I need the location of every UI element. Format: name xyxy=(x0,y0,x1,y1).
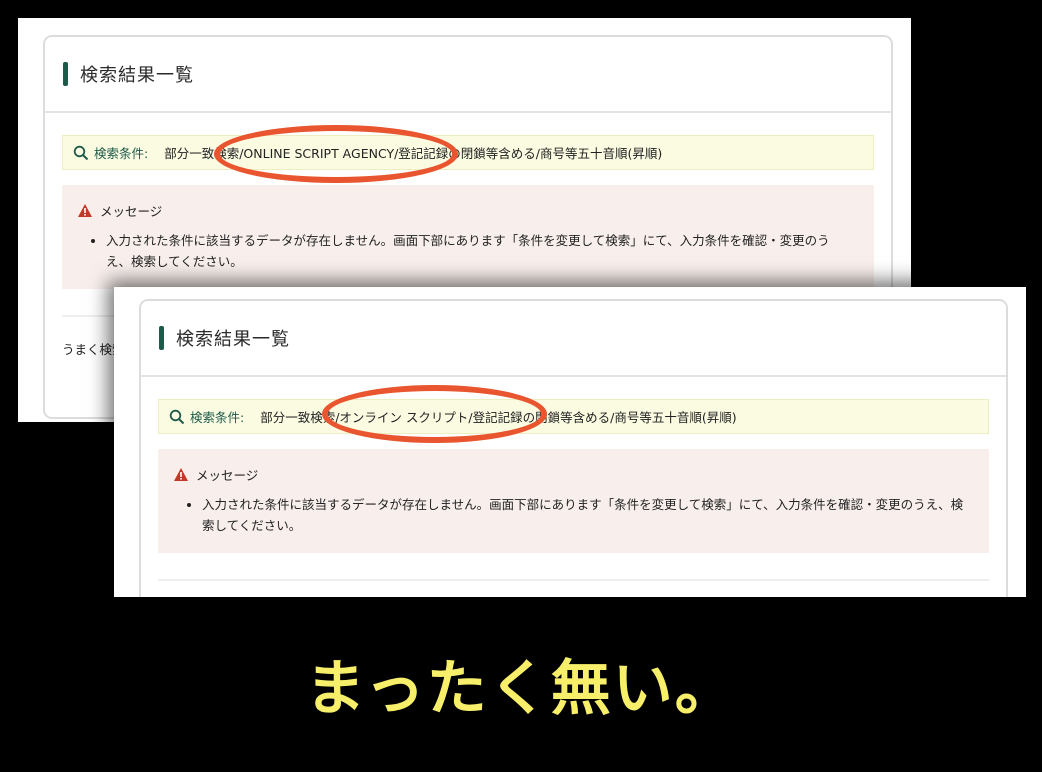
search-icon xyxy=(73,145,89,160)
card-header: 検索結果一覧 xyxy=(141,301,1006,377)
condition-text: 部分一致検索/ONLINE SCRIPT AGENCY/登記記録の閉鎖等含める/… xyxy=(164,146,663,161)
message-heading: メッセージ xyxy=(174,465,969,484)
warning-icon xyxy=(78,204,92,217)
message-item: 入力された条件に該当するデータが存在しません。画面下部にあります「条件を変更して… xyxy=(202,494,969,536)
card-header: 検索結果一覧 xyxy=(45,37,891,113)
condition-label: 検索条件: xyxy=(190,410,245,425)
search-condition-bar: 検索条件: 部分一致検索/ONLINE SCRIPT AGENCY/登記記録の閉… xyxy=(62,135,874,170)
caption-text: まったく無い。 xyxy=(305,654,737,724)
title-accent-bar xyxy=(159,326,164,350)
condition-text: 部分一致検索/オンライン スクリプト/登記記録の閉鎖等含める/商号等五十音順(昇… xyxy=(260,410,737,425)
warning-icon xyxy=(174,468,188,481)
page-title: 検索結果一覧 xyxy=(80,65,194,86)
title-accent-bar xyxy=(63,62,68,86)
screenshot-katakana-search: 検索結果一覧 検索条件: 部分一致検索/オンライン スクリプト/登記記録の閉鎖等… xyxy=(114,287,1026,597)
message-list: 入力された条件に該当するデータが存在しません。画面下部にあります「条件を変更して… xyxy=(174,494,969,536)
message-item: 入力された条件に該当するデータが存在しません。画面下部にあります「条件を変更して… xyxy=(106,230,854,272)
message-box: メッセージ 入力された条件に該当するデータが存在しません。画面下部にあります「条… xyxy=(158,449,989,553)
page-title: 検索結果一覧 xyxy=(176,329,290,350)
message-heading-text: メッセージ xyxy=(100,204,163,219)
message-heading-text: メッセージ xyxy=(196,468,259,483)
message-box: メッセージ 入力された条件に該当するデータが存在しません。画面下部にあります「条… xyxy=(62,185,874,289)
results-card: 検索結果一覧 検索条件: 部分一致検索/オンライン スクリプト/登記記録の閉鎖等… xyxy=(139,299,1008,597)
message-list: 入力された条件に該当するデータが存在しません。画面下部にあります「条件を変更して… xyxy=(78,230,854,272)
search-icon xyxy=(169,409,185,424)
condition-label: 検索条件: xyxy=(94,146,149,161)
message-heading: メッセージ xyxy=(78,201,854,220)
divider xyxy=(158,579,989,581)
search-condition-bar: 検索条件: 部分一致検索/オンライン スクリプト/登記記録の閉鎖等含める/商号等… xyxy=(158,399,989,434)
